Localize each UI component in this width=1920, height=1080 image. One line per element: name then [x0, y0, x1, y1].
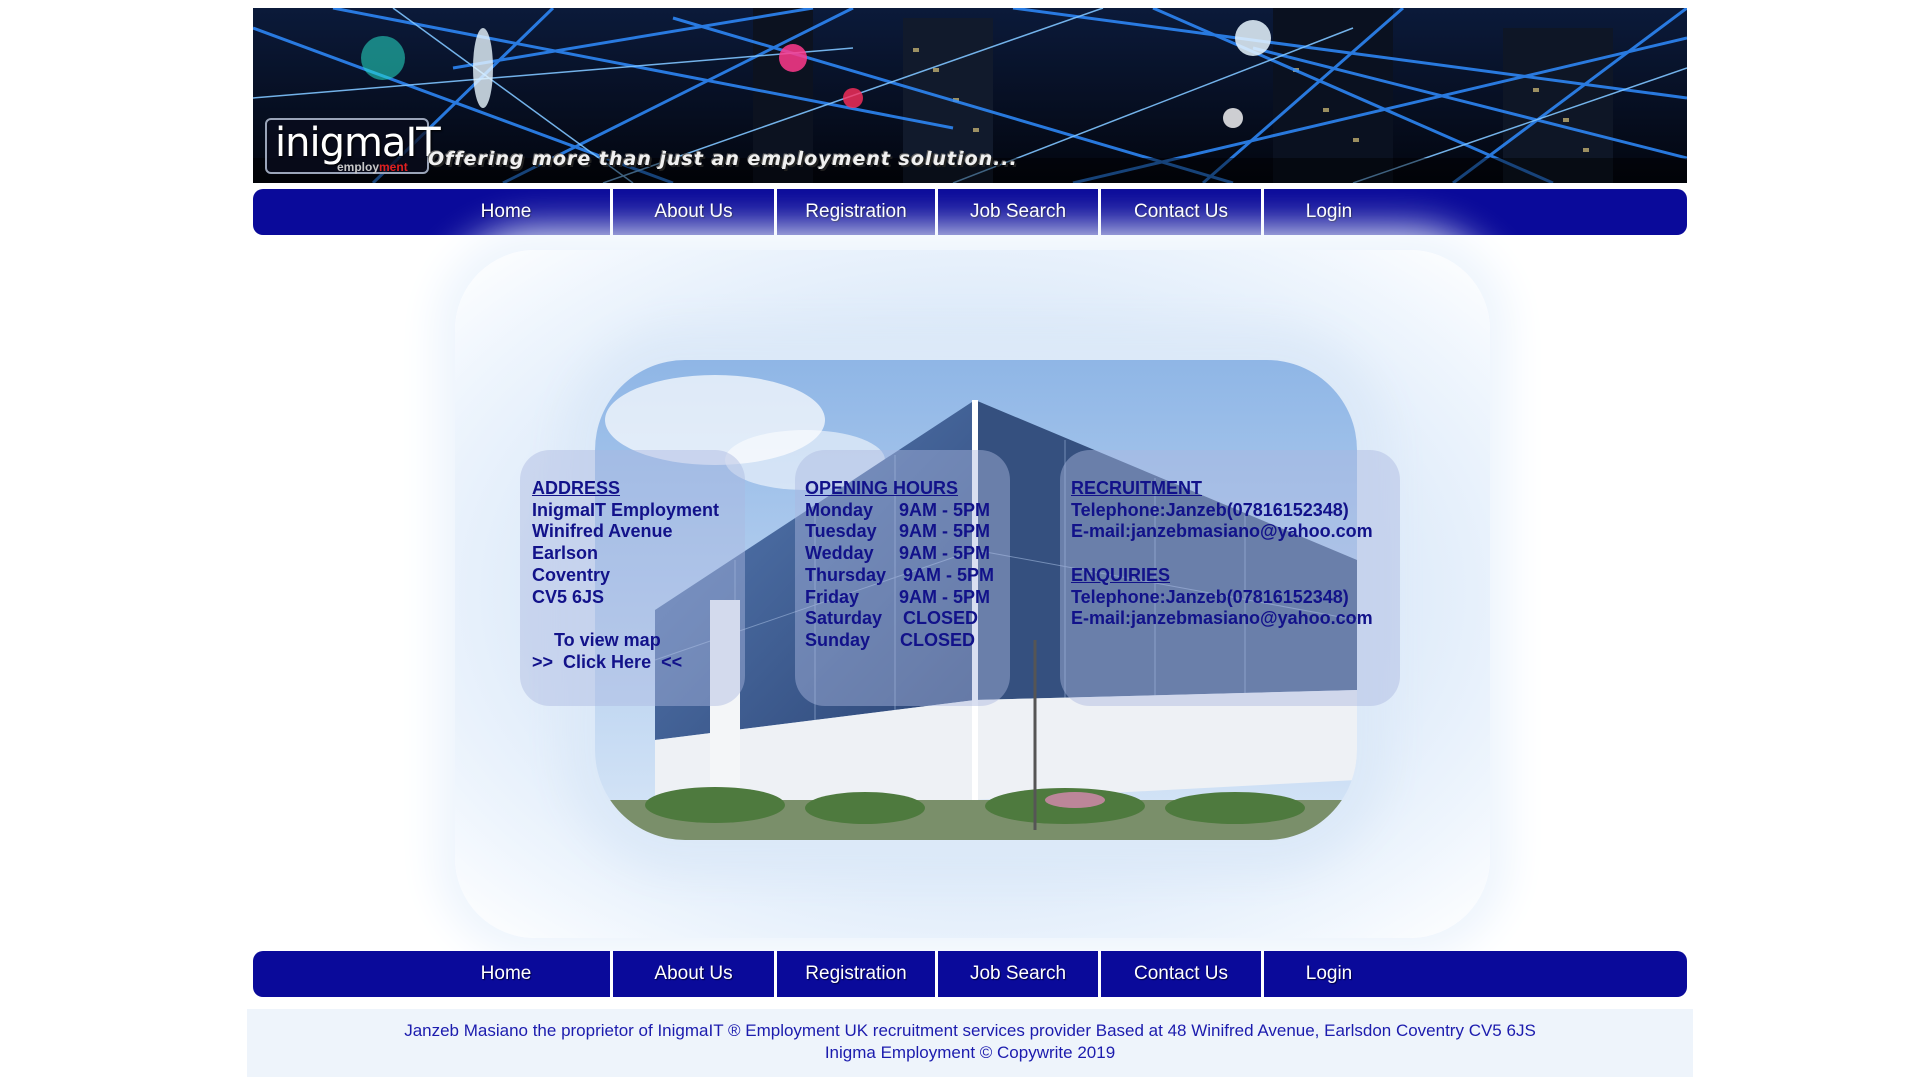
- hours-day: Saturday: [805, 608, 883, 629]
- nav-login[interactable]: Login: [1264, 189, 1394, 235]
- address-line: Coventry: [532, 564, 611, 585]
- map-label: To view map: [554, 629, 661, 650]
- hours-day: Sunday: [805, 629, 871, 650]
- page-footer: Janzeb Masiano the proprietor of InigmaI…: [247, 1009, 1693, 1077]
- footer-company-info: Janzeb Masiano the proprietor of InigmaI…: [404, 1021, 1536, 1040]
- opening-hours-section: OPENING HOURS Monday 9AM - 5PM Tuesday 9AM…: [805, 478, 994, 652]
- logo-subtitle-prefix: employ: [337, 160, 380, 174]
- nav-login[interactable]: Login: [1264, 951, 1394, 997]
- hours-time: 9AM - 5PM: [899, 586, 991, 607]
- hours-row: Sunday CLOSED: [805, 630, 994, 652]
- hours-time: CLOSED: [903, 608, 979, 629]
- logo-subtitle-suffix: ment: [379, 160, 408, 174]
- nav-job-search[interactable]: Job Search: [938, 189, 1098, 235]
- address-line: InigmaIT Employment: [532, 499, 720, 520]
- nav-contact-us[interactable]: Contact Us: [1101, 951, 1261, 997]
- hours-time: 9AM - 5PM: [899, 521, 991, 542]
- hours-time: 9AM - 5PM: [903, 564, 995, 585]
- nav-home[interactable]: Home: [441, 189, 571, 235]
- address-line: CV5 6JS: [532, 586, 605, 607]
- recruitment-telephone: Telephone:Janzeb(07816152348): [1071, 499, 1349, 520]
- bottom-navigation: Home About Us Registration Job Search Co…: [253, 951, 1687, 997]
- enquiries-email[interactable]: E-mail:janzebmasiano@yahoo.com: [1071, 608, 1373, 630]
- header-banner: inigmaIT employment Offering more than j…: [253, 8, 1687, 183]
- address-line: Earlson: [532, 543, 599, 564]
- hours-time: CLOSED: [900, 629, 976, 650]
- address-heading: ADDRESS: [532, 478, 621, 498]
- hours-day: Tuesday: [805, 521, 877, 542]
- hours-day: Monday: [805, 499, 874, 520]
- brand-logo[interactable]: inigmaIT employment: [265, 118, 441, 174]
- recruitment-email[interactable]: E-mail:janzebmasiano@yahoo.com: [1071, 521, 1373, 543]
- nav-registration[interactable]: Registration: [777, 189, 935, 235]
- nav-contact-us[interactable]: Contact Us: [1101, 189, 1261, 235]
- nav-registration[interactable]: Registration: [777, 951, 935, 997]
- hours-day: Thursday: [805, 564, 887, 585]
- hours-row: Saturday CLOSED: [805, 608, 994, 630]
- hours-row: Friday 9AM - 5PM: [805, 587, 994, 609]
- nav-about-us[interactable]: About Us: [613, 951, 774, 997]
- hours-row: Tuesday 9AM - 5PM: [805, 521, 994, 543]
- address-section: ADDRESS InigmaIT Employment Winifred Ave…: [532, 478, 719, 673]
- hours-row: Wedday 9AM - 5PM: [805, 543, 994, 565]
- enquiries-telephone: Telephone:Janzeb(07816152348): [1071, 586, 1349, 607]
- hours-time: 9AM - 5PM: [899, 499, 991, 520]
- hours-row: Thursday 9AM - 5PM: [805, 565, 994, 587]
- nav-job-search[interactable]: Job Search: [938, 951, 1098, 997]
- contact-section: RECRUITMENT Telephone:Janzeb(07816152348…: [1071, 478, 1373, 630]
- map-link[interactable]: >> Click Here <<: [532, 652, 719, 674]
- hours-heading: OPENING HOURS: [805, 478, 959, 498]
- hours-row: Monday 9AM - 5PM: [805, 500, 994, 522]
- banner-tagline: Offering more than just an employment so…: [428, 148, 1018, 170]
- nav-about-us[interactable]: About Us: [613, 189, 774, 235]
- recruitment-heading: RECRUITMENT: [1071, 478, 1202, 498]
- footer-copyright: Inigma Employment © Copywrite 2019: [824, 1043, 1116, 1062]
- hours-time: 9AM - 5PM: [899, 543, 991, 564]
- top-navigation: Home About Us Registration Job Search Co…: [253, 189, 1687, 235]
- hours-day: Friday: [805, 586, 860, 607]
- logo-subtitle: employment: [337, 160, 408, 174]
- enquiries-heading: ENQUIRIES: [1071, 564, 1171, 585]
- nav-home[interactable]: Home: [441, 951, 571, 997]
- hours-day: Wedday: [805, 543, 874, 564]
- address-line: Winifred Avenue: [532, 521, 673, 542]
